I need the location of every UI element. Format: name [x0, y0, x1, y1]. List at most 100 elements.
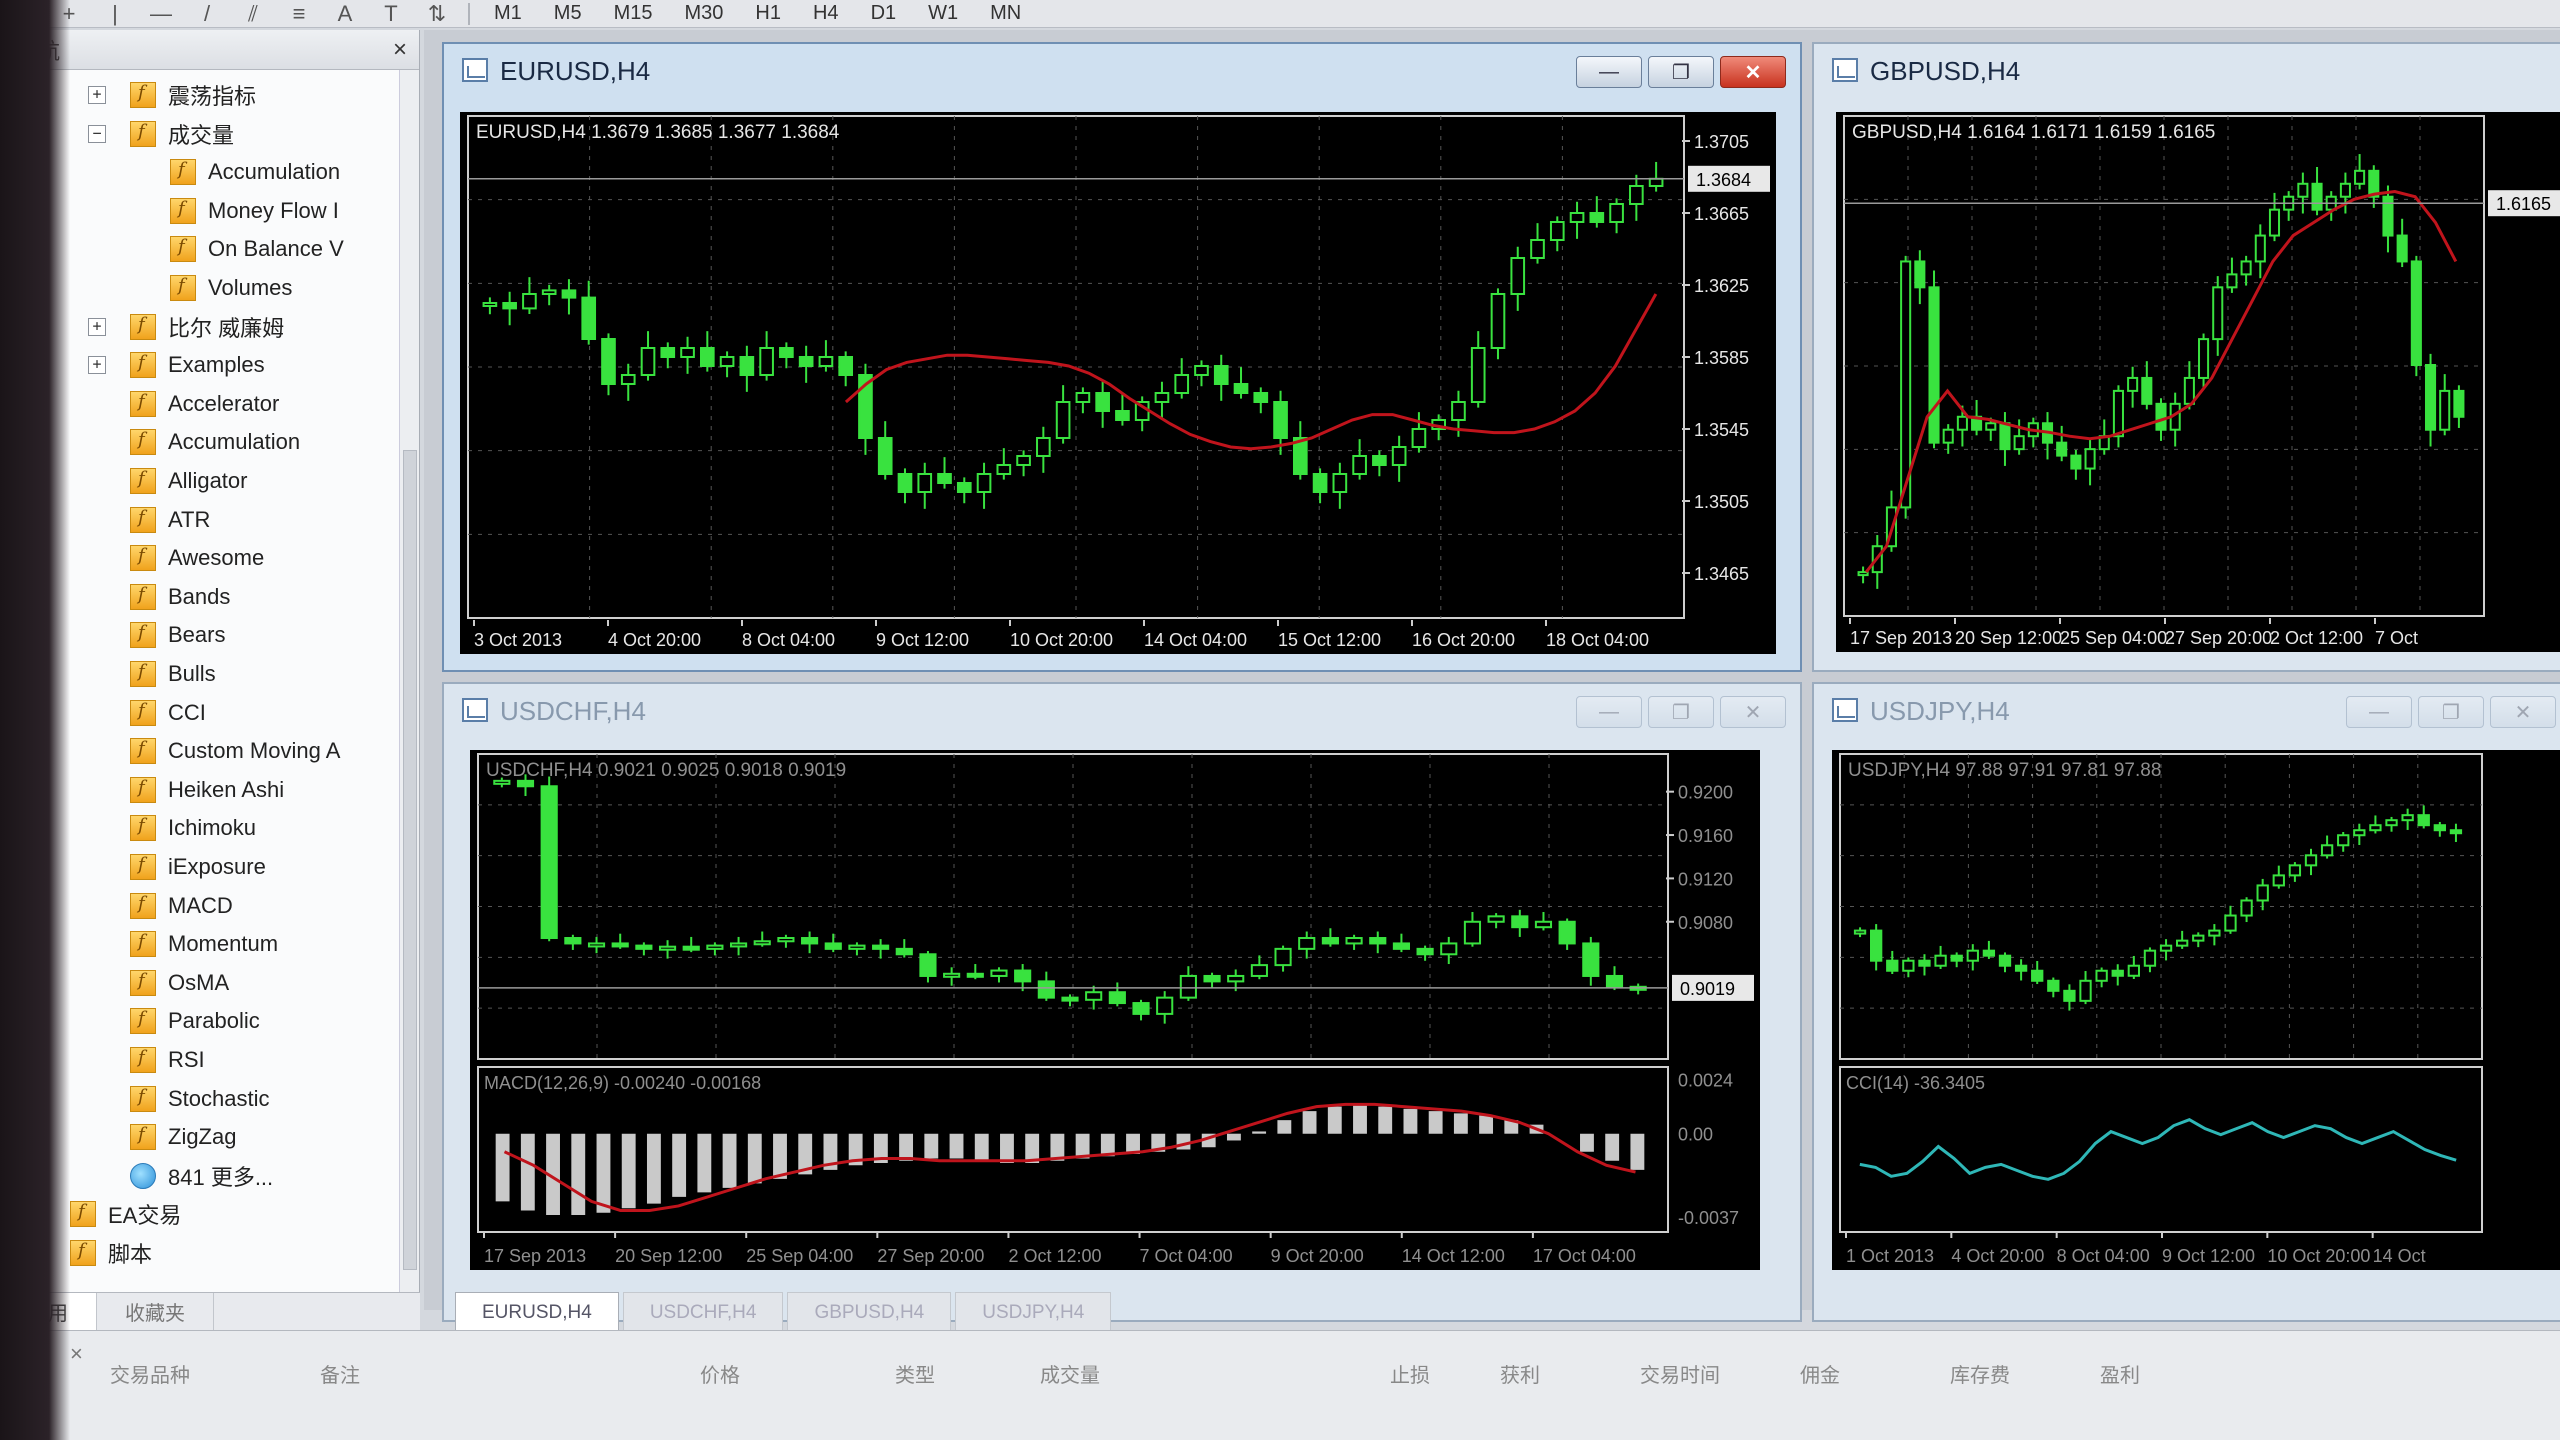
navigator-item[interactable]: EA交易	[70, 1195, 181, 1233]
navigator-item[interactable]: 841 更多...	[130, 1157, 273, 1195]
navigator-item[interactable]: Accelerator	[130, 385, 279, 423]
navigator-item[interactable]: Heiken Ashi	[130, 771, 284, 809]
text-icon[interactable]: A	[322, 0, 368, 28]
chart-window-icon	[1832, 698, 1858, 722]
navigator-item[interactable]: 脚本	[70, 1234, 152, 1270]
trendline-icon[interactable]: /	[184, 0, 230, 28]
vertical-line-icon[interactable]: |	[92, 0, 138, 28]
navigator-item[interactable]: 震荡指标	[130, 76, 256, 114]
navigator-item[interactable]: Momentum	[130, 925, 278, 963]
close-button[interactable]: ✕	[1720, 56, 1786, 88]
terminal-column-header[interactable]: 成交量	[1040, 1359, 1100, 1388]
timeframe-m15-button[interactable]: M15	[598, 0, 669, 28]
terminal-column-header[interactable]: 止损	[1390, 1359, 1430, 1388]
minimize-button[interactable]: —	[1576, 696, 1642, 728]
terminal-column-header[interactable]: 类型	[895, 1359, 935, 1388]
tree-expander-icon[interactable]: −	[88, 124, 106, 143]
close-icon[interactable]: ×	[70, 1341, 83, 1367]
minimize-button[interactable]: —	[1576, 56, 1642, 88]
navigator-tab[interactable]: 收藏夹	[97, 1293, 214, 1330]
indicator-folder-icon	[130, 120, 156, 147]
candle-body	[2047, 979, 2060, 992]
navigator-item[interactable]: Stochastic	[130, 1080, 270, 1118]
terminal-column-header[interactable]: 获利	[1500, 1359, 1540, 1388]
tree-expander-icon[interactable]: +	[88, 356, 106, 375]
horizontal-line-icon[interactable]: —	[138, 0, 184, 28]
navigator-item[interactable]: Accumulation	[170, 153, 340, 191]
chart-tab[interactable]: USDCHF,H4	[622, 1292, 784, 1332]
candle-body	[2208, 929, 2221, 937]
close-icon[interactable]: ×	[393, 36, 407, 64]
tree-expander-icon[interactable]: +	[88, 86, 106, 104]
close-button[interactable]: ✕	[2490, 696, 2556, 728]
chart-canvas[interactable]: EURUSD,H4 1.3679 1.3685 1.3677 1.3684 1.3…	[460, 112, 1776, 654]
restore-button[interactable]: ❐	[1648, 696, 1714, 728]
chart-canvas[interactable]: USDJPY,H4 97.88 97.91 97.81 97.88 CCI(14)…	[1832, 750, 2560, 1270]
navigator-item[interactable]: Bands	[130, 578, 230, 616]
equidistant-channel-icon[interactable]: ⫽	[230, 0, 276, 28]
arrows-icon[interactable]: ⇅	[414, 0, 460, 28]
terminal-column-header[interactable]: 库存费	[1950, 1359, 2010, 1388]
chart-canvas[interactable]: USDCHF,H4 0.9021 0.9025 0.9018 0.9019 0.9…	[470, 750, 1760, 1270]
terminal-column-header[interactable]: 交易品种	[110, 1359, 190, 1388]
timeframe-h4-button[interactable]: H4	[797, 0, 855, 28]
navigator-scrollbar[interactable]	[399, 70, 419, 1310]
navigator-item[interactable]: Accumulation	[130, 423, 300, 461]
navigator-item[interactable]: MACD	[130, 887, 233, 925]
timeframe-m1-button[interactable]: M1	[478, 0, 538, 28]
window-titlebar[interactable]: GBPUSD,H4	[1814, 44, 2560, 98]
navigator-item[interactable]: On Balance V	[170, 230, 344, 268]
timeframe-m5-button[interactable]: M5	[538, 0, 598, 28]
navigator-item[interactable]: Ichimoku	[130, 809, 256, 847]
timeframe-h1-button[interactable]: H1	[739, 0, 797, 28]
x-tick-label: 4 Oct 20:00	[608, 630, 701, 650]
navigator-item[interactable]: Volumes	[170, 269, 292, 307]
navigator-item[interactable]: Bulls	[130, 655, 216, 693]
navigator-item[interactable]: Custom Moving A	[130, 732, 340, 770]
navigator-item[interactable]: Money Flow I	[170, 192, 339, 230]
candle-body	[541, 289, 557, 295]
navigator-item[interactable]: Alligator	[130, 462, 247, 500]
chart-tab[interactable]: GBPUSD,H4	[787, 1292, 952, 1332]
navigator-item[interactable]: 比尔 威廉姆	[130, 308, 284, 346]
candle-body	[1998, 954, 2012, 967]
timeframe-m30-button[interactable]: M30	[669, 0, 740, 28]
navigator-item-label: EA交易	[108, 1203, 182, 1229]
navigator-item[interactable]: CCI	[130, 694, 206, 732]
navigator-item[interactable]: 成交量	[130, 115, 234, 153]
timeframe-d1-button[interactable]: D1	[855, 0, 913, 28]
terminal-column-header[interactable]: 盈利	[2100, 1359, 2140, 1388]
chart-window-usdchf[interactable]: USDCHF,H4 — ❐ ✕ USDCHF,H4 0.9021 0.9025 0.90…	[442, 682, 1802, 1322]
terminal-column-header[interactable]: 佣金	[1800, 1359, 1840, 1388]
chart-window-gbpusd[interactable]: GBPUSD,H4 GBPUSD,H4 1.6164 1.6171 1.6159 …	[1812, 42, 2560, 672]
navigator-item[interactable]: Awesome	[130, 539, 264, 577]
timeframe-mn-button[interactable]: MN	[974, 0, 1037, 28]
fibonacci-icon[interactable]: ≡	[276, 0, 322, 28]
navigator-item[interactable]: OsMA	[130, 964, 229, 1002]
restore-button[interactable]: ❐	[2418, 696, 2484, 728]
minimize-button[interactable]: —	[2346, 696, 2412, 728]
navigator-item[interactable]: iExposure	[130, 848, 266, 886]
text-label-icon[interactable]: T	[368, 0, 414, 28]
navigator-item[interactable]: RSI	[130, 1041, 205, 1079]
restore-button[interactable]: ❐	[1648, 56, 1714, 88]
terminal-column-header[interactable]: 交易时间	[1640, 1359, 1720, 1388]
close-button[interactable]: ✕	[1720, 696, 1786, 728]
navigator-item[interactable]: ZigZag	[130, 1118, 236, 1156]
chart-canvas[interactable]: GBPUSD,H4 1.6164 1.6171 1.6159 1.6165 1.6…	[1836, 112, 2560, 652]
tree-expander-icon[interactable]: +	[88, 317, 106, 336]
terminal-column-header[interactable]: 备注	[320, 1359, 360, 1388]
chart-window-eurusd[interactable]: EURUSD,H4 — ❐ ✕ EURUSD,H4 1.3679 1.3685 1.36…	[442, 42, 1802, 672]
chart-tab[interactable]: USDJPY,H4	[955, 1292, 1112, 1332]
candle-body	[2111, 969, 2124, 977]
scrollbar-thumb[interactable]	[403, 450, 417, 1270]
timeframe-w1-button[interactable]: W1	[912, 0, 974, 28]
navigator-item[interactable]: ATR	[130, 501, 210, 539]
navigator-item[interactable]: Bears	[130, 616, 225, 654]
navigator-item[interactable]: Parabolic	[130, 1002, 260, 1040]
terminal-column-header[interactable]: 价格	[700, 1359, 740, 1388]
x-tick-label: 17 Sep 2013	[1850, 628, 1952, 648]
navigator-item[interactable]: Examples	[130, 346, 265, 384]
chart-tab[interactable]: EURUSD,H4	[455, 1292, 619, 1332]
chart-window-usdjpy[interactable]: USDJPY,H4— ❐ ✕ USDJPY,H4 97.88 97.91 97.81 …	[1812, 682, 2560, 1322]
